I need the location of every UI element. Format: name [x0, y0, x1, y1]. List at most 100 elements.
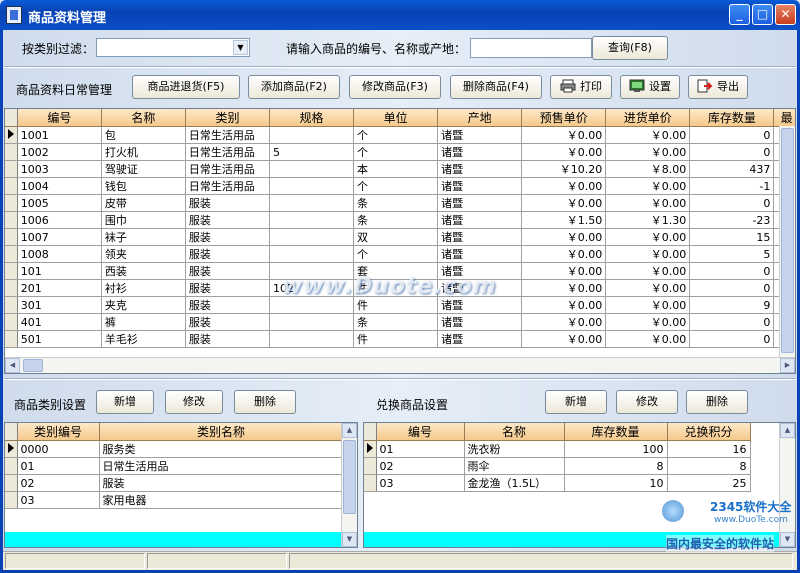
table-cell[interactable]: 0: [689, 194, 775, 212]
table-row[interactable]: 02 雨伞 8 8: [364, 457, 751, 475]
table-cell[interactable]: 101: [17, 262, 102, 280]
table-cell[interactable]: 10: [564, 474, 668, 492]
table-cell[interactable]: ￥0.00: [521, 126, 607, 144]
edit-product-button[interactable]: 修改商品(F3): [349, 75, 441, 99]
table-cell[interactable]: ￥0.00: [521, 177, 607, 195]
table-row[interactable]: 01 日常生活用品: [5, 457, 344, 475]
table-cell[interactable]: 服装: [185, 228, 270, 246]
category-grid[interactable]: 类别编号 类别名称 0000 服务类 01 日常生活用品 02 服装 03 家用电器: [4, 422, 358, 548]
table-cell[interactable]: 0000: [17, 440, 100, 458]
row-selector[interactable]: [5, 279, 18, 297]
table-cell[interactable]: 包: [101, 126, 186, 144]
row-selector[interactable]: [364, 440, 377, 458]
table-cell[interactable]: -23: [689, 211, 775, 229]
category-grid-vscroll[interactable]: ▲ ▼: [341, 423, 357, 547]
table-cell[interactable]: ￥0.00: [605, 330, 691, 348]
row-selector[interactable]: [5, 330, 18, 348]
column-header[interactable]: 单位: [353, 109, 439, 127]
row-selector[interactable]: [364, 474, 377, 492]
table-cell[interactable]: 服装: [99, 474, 344, 492]
column-header[interactable]: 产地: [437, 109, 523, 127]
table-row[interactable]: 401 裤服装条诸暨 ￥0.00 ￥0.00 0: [5, 313, 795, 331]
close-button[interactable]: ✕: [775, 4, 796, 25]
column-header[interactable]: 库存数量: [564, 423, 668, 441]
settings-button[interactable]: 设置: [620, 75, 680, 99]
column-header[interactable]: 进货单价: [605, 109, 691, 127]
table-cell[interactable]: 8: [667, 457, 751, 475]
scroll-up-icon[interactable]: ▲: [780, 423, 795, 438]
column-header[interactable]: 编号: [17, 109, 102, 127]
table-cell[interactable]: 5: [689, 245, 775, 263]
scroll-thumb[interactable]: [343, 440, 356, 514]
row-selector[interactable]: [5, 228, 18, 246]
table-cell[interactable]: 1007: [17, 228, 102, 246]
table-cell[interactable]: 日常生活用品: [185, 160, 270, 178]
table-cell[interactable]: 日常生活用品: [185, 126, 270, 144]
table-row[interactable]: 1005 皮带 服装条诸暨 ￥0.00 ￥0.00 0: [5, 194, 795, 212]
table-cell[interactable]: 0: [689, 262, 775, 280]
delete-product-button[interactable]: 删除商品(F4): [450, 75, 542, 99]
table-cell[interactable]: ￥0.00: [521, 228, 607, 246]
table-cell[interactable]: 1008: [17, 245, 102, 263]
table-cell[interactable]: [269, 211, 355, 229]
edit-exchange-button[interactable]: 修改: [616, 390, 678, 414]
table-cell[interactable]: 100: [564, 440, 668, 458]
table-cell[interactable]: 驾驶证: [101, 160, 186, 178]
table-cell[interactable]: 西装: [101, 262, 186, 280]
table-cell[interactable]: 437: [689, 160, 775, 178]
table-cell[interactable]: 金龙渔（1.5L）: [464, 474, 565, 492]
table-cell[interactable]: 件: [353, 296, 439, 314]
table-cell[interactable]: 服装: [185, 211, 270, 229]
table-cell[interactable]: ￥0.00: [605, 279, 691, 297]
table-cell[interactable]: ￥0.00: [605, 143, 691, 161]
table-cell[interactable]: 服装: [185, 313, 270, 331]
table-cell[interactable]: 1002: [17, 143, 102, 161]
table-cell[interactable]: ￥0.00: [605, 177, 691, 195]
table-cell[interactable]: 条: [353, 313, 439, 331]
column-header[interactable]: 名称: [464, 423, 565, 441]
category-new-row[interactable]: [5, 532, 343, 547]
row-selector[interactable]: [5, 143, 18, 161]
table-cell[interactable]: 0: [689, 126, 775, 144]
column-header[interactable]: 库存数量: [689, 109, 775, 127]
column-header[interactable]: 名称: [101, 109, 186, 127]
table-row[interactable]: 0000 服务类: [5, 440, 344, 458]
row-selector[interactable]: [5, 457, 18, 475]
table-cell[interactable]: 个: [353, 143, 439, 161]
table-cell[interactable]: ￥0.00: [605, 126, 691, 144]
table-cell[interactable]: ￥0.00: [521, 194, 607, 212]
table-cell[interactable]: 1003: [17, 160, 102, 178]
search-input[interactable]: [470, 38, 592, 58]
scroll-thumb[interactable]: [23, 359, 43, 372]
scroll-down-icon[interactable]: ▼: [342, 532, 357, 547]
table-cell[interactable]: ￥1.30: [605, 211, 691, 229]
table-cell[interactable]: 1006: [17, 211, 102, 229]
table-cell[interactable]: 9: [689, 296, 775, 314]
product-grid[interactable]: 编号 名称 类别 规格 单位 产地 预售单价 进货单价 库存数量 最 1001 包…: [4, 108, 796, 374]
table-cell[interactable]: [269, 160, 355, 178]
table-cell[interactable]: 洗衣粉: [464, 440, 565, 458]
table-cell[interactable]: 裤: [101, 313, 186, 331]
row-selector[interactable]: [5, 126, 18, 144]
table-cell[interactable]: 02: [17, 474, 100, 492]
table-cell[interactable]: 家用电器: [99, 491, 344, 509]
minimize-button[interactable]: _: [729, 4, 750, 25]
scroll-left-icon[interactable]: ◀: [5, 358, 20, 373]
table-row[interactable]: 1007 袜子 服装双诸暨 ￥0.00 ￥0.00 15: [5, 228, 795, 246]
row-selector[interactable]: [5, 160, 18, 178]
table-row[interactable]: 1003 驾驶证 日常生活用品 本诸暨 ￥10.20 ￥8.00 437: [5, 160, 795, 178]
table-row[interactable]: 01 洗衣粉 100 16: [364, 440, 751, 458]
table-cell[interactable]: 个: [353, 245, 439, 263]
table-cell[interactable]: 钱包: [101, 177, 186, 195]
table-row[interactable]: 301 夹克 服装件诸暨 ￥0.00 ￥0.00 9: [5, 296, 795, 314]
table-cell[interactable]: 服装: [185, 279, 270, 297]
table-cell[interactable]: ￥0.00: [605, 194, 691, 212]
table-cell[interactable]: [269, 126, 355, 144]
table-cell[interactable]: 01: [17, 457, 100, 475]
product-grid-hscroll[interactable]: ◀ ▶: [5, 357, 795, 373]
table-cell[interactable]: [269, 313, 355, 331]
table-cell[interactable]: 1004: [17, 177, 102, 195]
table-row[interactable]: 501 羊毛衫 服装件诸暨 ￥0.00 ￥0.00 0: [5, 330, 795, 348]
row-selector[interactable]: [5, 177, 18, 195]
table-cell[interactable]: ￥0.00: [521, 279, 607, 297]
